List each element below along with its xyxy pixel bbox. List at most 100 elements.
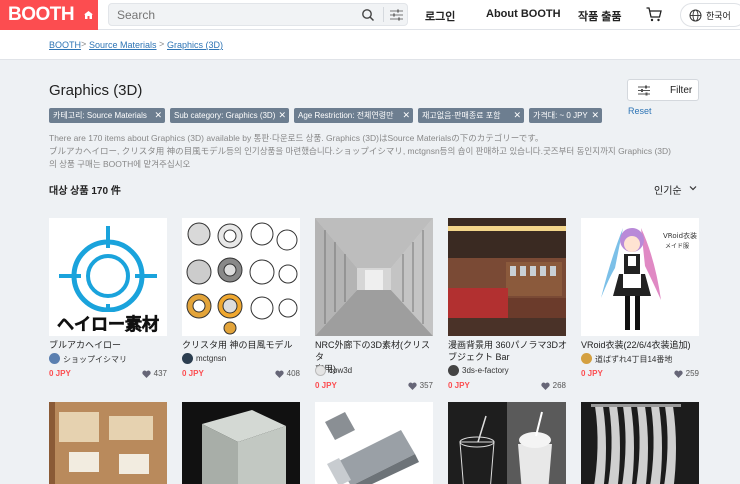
close-icon[interactable]: ✕ bbox=[154, 108, 162, 123]
breadcrumb-separator: > bbox=[159, 39, 165, 49]
filter-sliders-icon bbox=[638, 85, 650, 96]
product-thumbnail[interactable] bbox=[182, 218, 300, 336]
login-link[interactable]: 로그인 bbox=[425, 8, 455, 24]
filter-chip-subcategory[interactable]: Sub category: Graphics (3D) ✕ bbox=[170, 108, 289, 123]
product-title-line: クリスタ用 神の目風モデル bbox=[182, 340, 293, 350]
page-title: Graphics (3D) bbox=[49, 82, 143, 99]
product-title-line: 漫画背景用 360パノラマ3Dオ bbox=[448, 340, 568, 350]
close-icon[interactable]: ✕ bbox=[278, 108, 286, 123]
language-selector[interactable]: 한국어 bbox=[680, 3, 740, 27]
halo-graphic: ヘイロー素材 bbox=[51, 226, 165, 335]
product-title-line: ブジェクト Bar bbox=[448, 352, 510, 362]
usb-drive-graphic bbox=[325, 412, 419, 484]
logo-text: BOOTH bbox=[8, 4, 75, 25]
room-graphic bbox=[49, 402, 167, 484]
product-card[interactable]: ヘイロー素材 ブルアカヘイロー ショップイシマリ 0 JPY 437 bbox=[49, 218, 167, 388]
avatar bbox=[49, 353, 60, 364]
search-icon[interactable] bbox=[361, 8, 375, 22]
cart-icon[interactable] bbox=[646, 7, 662, 22]
shop-name: mctgnsn bbox=[196, 354, 227, 363]
sort-selector[interactable]: 인기순 bbox=[654, 182, 682, 197]
like-count: 259 bbox=[685, 369, 699, 378]
thumbnail-caption: メイド服 bbox=[665, 243, 689, 250]
heart-icon[interactable] bbox=[541, 382, 550, 390]
heart-icon[interactable] bbox=[674, 370, 683, 378]
product-thumbnail[interactable] bbox=[581, 402, 699, 484]
filter-chip-category[interactable]: 카테고리: Source Materials ✕ bbox=[49, 108, 165, 123]
product-thumbnail[interactable] bbox=[315, 402, 433, 484]
bar-interior-graphic bbox=[448, 218, 566, 336]
thumbnail-caption: ヘイロー素材 bbox=[57, 314, 159, 335]
eye-models-graphic bbox=[186, 222, 298, 335]
filter-label: Filter bbox=[670, 85, 693, 96]
close-icon[interactable]: ✕ bbox=[402, 108, 410, 123]
product-thumbnail[interactable] bbox=[448, 402, 566, 484]
filter-chip-price[interactable]: 가격대: ~ 0 JPY ✕ bbox=[529, 108, 602, 123]
product-title[interactable]: VRoid衣装(22/6/4衣装追加) bbox=[581, 339, 701, 351]
booth-logo[interactable]: BOOTH bbox=[0, 0, 98, 30]
product-title-line: NRC外廊下の3D素材(クリスタ bbox=[315, 340, 431, 362]
filter-sliders-icon[interactable] bbox=[390, 9, 403, 21]
product-thumbnail[interactable] bbox=[448, 218, 566, 336]
shop-row[interactable]: cow3d bbox=[315, 365, 433, 377]
product-thumbnail[interactable]: ヘイロー素材 bbox=[49, 218, 167, 336]
breadcrumb-booth[interactable]: BOOTH bbox=[49, 40, 81, 50]
drink-cups-graphic bbox=[448, 402, 566, 484]
product-price: 0 JPY bbox=[581, 369, 603, 378]
close-icon[interactable]: ✕ bbox=[513, 108, 521, 123]
product-title[interactable]: クリスタ用 神の目風モデル bbox=[182, 339, 302, 351]
product-card[interactable]: クリスタ用 神の目風モデル mctgnsn 0 JPY 408 bbox=[182, 218, 300, 388]
product-thumbnail[interactable] bbox=[182, 402, 300, 484]
chevron-down-icon[interactable] bbox=[689, 184, 697, 192]
heart-icon[interactable] bbox=[275, 370, 284, 378]
shop-name: 3ds-e-factory bbox=[462, 366, 509, 375]
top-header: BOOTH 로그인 About BOOTH 작품 출품 한국어 bbox=[0, 0, 740, 30]
filter-chip-stock[interactable]: 재고없음·판매종료 포함 ✕ bbox=[418, 108, 524, 123]
thumbnail-caption: VRoid衣装 bbox=[663, 231, 697, 240]
product-thumbnail[interactable]: VRoid衣装 メイド服 bbox=[581, 218, 699, 336]
product-card[interactable]: 漫画背景用 360パノラマ3Dオ ブジェクト Bar 3ds-e-factory… bbox=[448, 218, 568, 393]
cube-graphic bbox=[202, 410, 286, 484]
shop-name: cow3d bbox=[329, 366, 353, 375]
filter-chip-age[interactable]: Age Restriction: 전체연령만 ✕ bbox=[294, 108, 413, 123]
heart-icon[interactable] bbox=[142, 370, 151, 378]
chip-label: Sub category: Graphics (3D) bbox=[174, 111, 276, 120]
product-title[interactable]: ブルアカヘイロー bbox=[49, 339, 169, 351]
close-icon[interactable]: ✕ bbox=[591, 108, 599, 123]
language-label: 한국어 bbox=[706, 11, 731, 21]
filter-button[interactable]: Filter bbox=[627, 79, 699, 101]
shop-row[interactable]: 道ばずれ4丁目14番地 bbox=[581, 353, 699, 365]
shop-row[interactable]: ショップイシマリ bbox=[49, 353, 167, 365]
product-title[interactable]: 漫画背景用 360パノラマ3Dオ ブジェクト Bar bbox=[448, 339, 568, 363]
house-icon bbox=[84, 11, 93, 19]
description-line: There are 170 items about Graphics (3D) … bbox=[49, 133, 544, 143]
breadcrumb-graphics-3d[interactable]: Graphics (3D) bbox=[167, 40, 223, 50]
product-price: 0 JPY bbox=[448, 381, 470, 390]
product-thumbnail[interactable] bbox=[315, 218, 433, 336]
breadcrumb-source-materials[interactable]: Source Materials bbox=[89, 40, 157, 50]
vroid-maid-graphic: VRoid衣装 メイド服 bbox=[601, 228, 697, 330]
corridor-graphic bbox=[315, 218, 433, 336]
shop-name: ショップイシマリ bbox=[63, 355, 127, 364]
sell-link[interactable]: 작품 출품 bbox=[578, 8, 622, 24]
product-thumbnail[interactable] bbox=[49, 402, 167, 484]
shop-row[interactable]: 3ds-e-factory bbox=[448, 365, 566, 377]
about-link[interactable]: About BOOTH bbox=[486, 8, 561, 20]
product-card[interactable]: VRoid衣装 メイド服 VRoid衣装(22/6/4衣装追加) 道ばずれ4丁目… bbox=[581, 218, 699, 388]
shop-row[interactable]: mctgnsn bbox=[182, 353, 300, 365]
like-count: 268 bbox=[552, 381, 566, 390]
result-count: 대상 상품 170 件 bbox=[49, 186, 121, 197]
product-title-line: ブルアカヘイロー bbox=[49, 340, 122, 350]
product-price: 0 JPY bbox=[49, 369, 71, 378]
avatar bbox=[448, 365, 459, 376]
breadcrumb: BOOTH > Source Materials > Graphics (3D) bbox=[0, 30, 740, 60]
description-line: 의 상품 구매는 BOOTH에 맡겨주십시오 bbox=[49, 159, 191, 169]
product-card[interactable]: NRC外廊下の3D素材(クリスタ 専用) cow3d 0 JPY 357 bbox=[315, 218, 433, 393]
chip-label: 재고없음·판매종료 포함 bbox=[422, 111, 501, 120]
like-count: 437 bbox=[153, 369, 167, 378]
search-input[interactable] bbox=[117, 7, 347, 23]
chip-label: 카테고리: Source Materials bbox=[53, 111, 147, 120]
reset-link[interactable]: Reset bbox=[628, 106, 652, 116]
heart-icon[interactable] bbox=[408, 382, 417, 390]
avatar bbox=[581, 353, 592, 364]
